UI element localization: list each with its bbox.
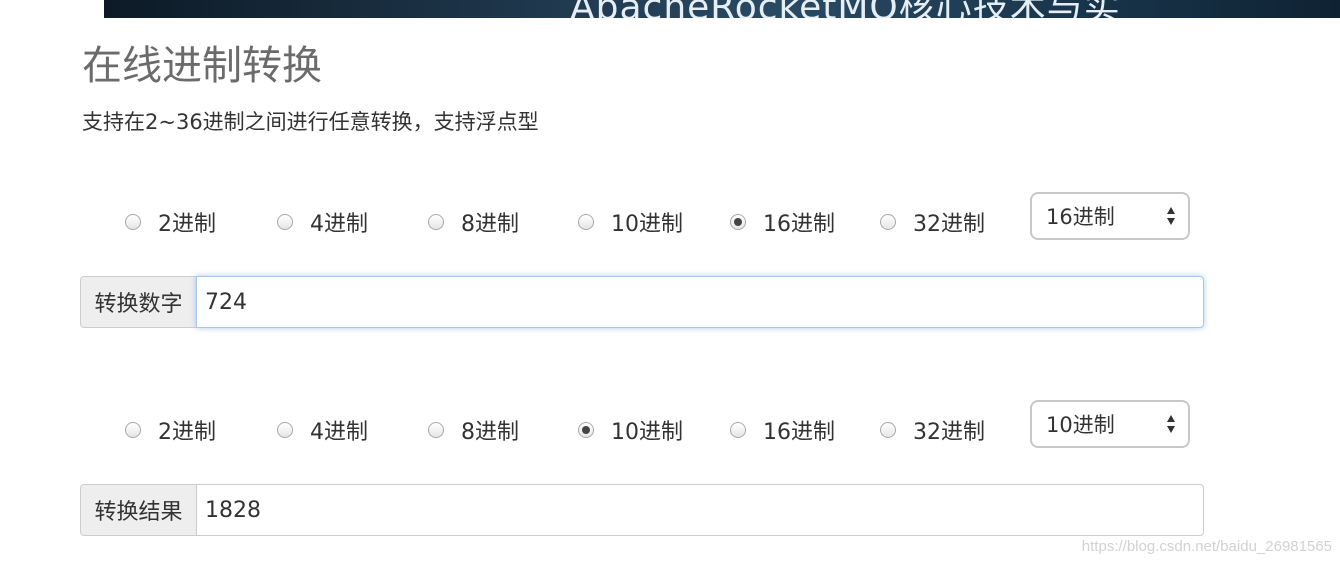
page-subtitle: 支持在2~36进制之间进行任意转换，支持浮点型: [82, 110, 539, 134]
radio-label: 10进制: [611, 420, 683, 445]
radio-label: 32进制: [913, 212, 985, 237]
radio-label: 16进制: [763, 212, 835, 237]
source-radio-base-8[interactable]: 8进制: [428, 197, 519, 247]
radio-label: 2进制: [158, 212, 216, 237]
radio-button-icon[interactable]: [277, 214, 293, 230]
target-radio-base-4[interactable]: 4进制: [277, 405, 368, 455]
watermark-text: https://blog.csdn.net/baidu_26981565: [1081, 538, 1332, 555]
radio-button-icon[interactable]: [880, 214, 896, 230]
source-number-input-group: 转换数字: [80, 276, 1204, 328]
target-radio-base-16[interactable]: 16进制: [730, 405, 835, 455]
source-radio-base-2[interactable]: 2进制: [125, 197, 216, 247]
source-radio-base-4[interactable]: 4进制: [277, 197, 368, 247]
radio-button-icon[interactable]: [125, 214, 141, 230]
page-title: 在线进制转换: [82, 43, 322, 89]
radio-label: 16进制: [763, 420, 835, 445]
source-radio-base-32[interactable]: 32进制: [880, 197, 985, 247]
radio-button-icon[interactable]: [578, 214, 594, 230]
radio-label: 10进制: [611, 212, 683, 237]
target-radio-base-10[interactable]: 10进制: [578, 405, 683, 455]
page: ApacheRocketMQ核心技术与实 在线进制转换 支持在2~36进制之间进…: [0, 0, 1340, 566]
radio-button-icon[interactable]: [730, 214, 746, 230]
radio-button-icon[interactable]: [730, 422, 746, 438]
source-base-radio-group: 2进制 4进制 8进制 10进制 16进制 32进制 16进制: [125, 192, 1195, 247]
radio-button-icon[interactable]: [125, 422, 141, 438]
select-arrows-icon: [1167, 207, 1175, 225]
radio-button-icon[interactable]: [578, 422, 594, 438]
radio-button-icon[interactable]: [428, 422, 444, 438]
result-input-group: 转换结果: [80, 484, 1204, 536]
result-output-field[interactable]: [196, 484, 1204, 536]
radio-label: 32进制: [913, 420, 985, 445]
source-number-label: 转换数字: [80, 276, 196, 328]
select-value: 10进制: [1046, 413, 1115, 437]
source-base-select[interactable]: 16进制: [1030, 192, 1190, 240]
target-radio-base-2[interactable]: 2进制: [125, 405, 216, 455]
radio-label: 4进制: [310, 212, 368, 237]
select-value: 16进制: [1046, 205, 1115, 229]
radio-button-icon[interactable]: [880, 422, 896, 438]
radio-label: 2进制: [158, 420, 216, 445]
source-number-input[interactable]: [196, 276, 1204, 328]
target-base-select[interactable]: 10进制: [1030, 400, 1190, 448]
radio-label: 4进制: [310, 420, 368, 445]
banner-image: ApacheRocketMQ核心技术与实: [104, 0, 1340, 18]
radio-label: 8进制: [461, 420, 519, 445]
radio-button-icon[interactable]: [277, 422, 293, 438]
target-radio-base-8[interactable]: 8进制: [428, 405, 519, 455]
source-radio-base-16[interactable]: 16进制: [730, 197, 835, 247]
banner-text: ApacheRocketMQ核心技术与实: [570, 0, 1121, 18]
target-radio-base-32[interactable]: 32进制: [880, 405, 985, 455]
target-base-radio-group: 2进制 4进制 8进制 10进制 16进制 32进制 10进制: [125, 400, 1195, 455]
source-radio-base-10[interactable]: 10进制: [578, 197, 683, 247]
result-label: 转换结果: [80, 484, 196, 536]
select-arrows-icon: [1167, 415, 1175, 433]
radio-button-icon[interactable]: [428, 214, 444, 230]
radio-label: 8进制: [461, 212, 519, 237]
